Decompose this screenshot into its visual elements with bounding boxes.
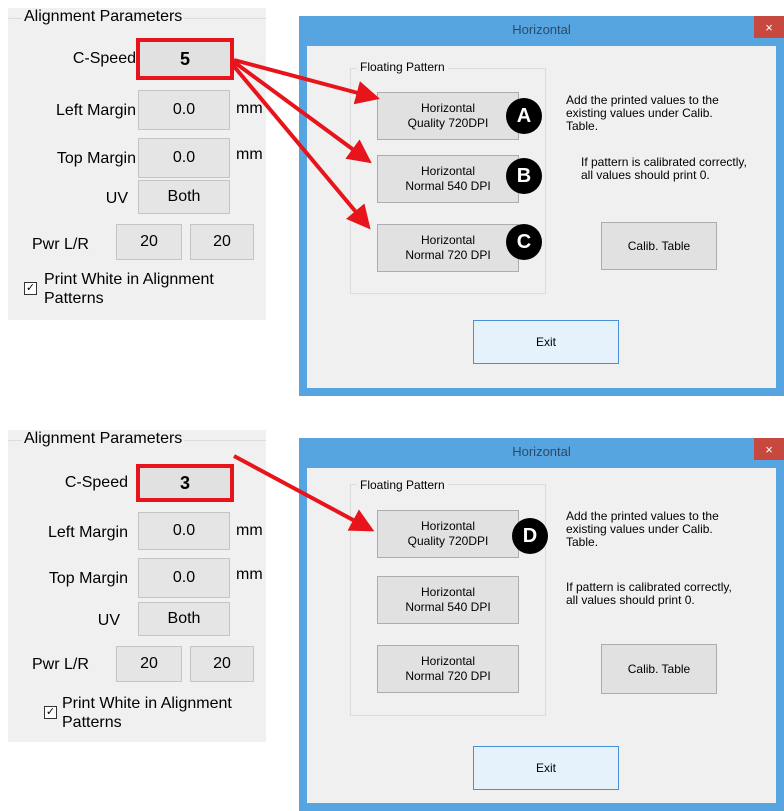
arrow-to-d bbox=[233, 454, 375, 532]
callout-arrows bbox=[230, 58, 380, 532]
callout-badge-d: D bbox=[512, 518, 548, 554]
callout-badge-a: A bbox=[506, 98, 542, 134]
callout-badge-c: C bbox=[506, 224, 542, 260]
callout-badge-b: B bbox=[506, 158, 542, 194]
